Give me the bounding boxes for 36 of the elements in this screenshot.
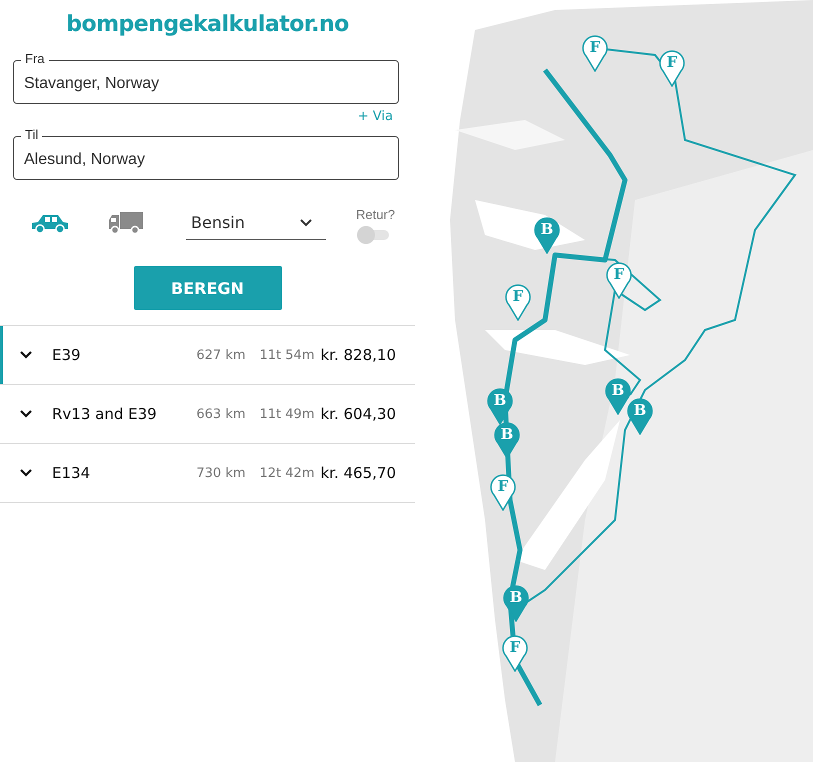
route-duration: 11t 49m	[260, 406, 314, 422]
chevron-down-icon	[300, 218, 312, 226]
route-duration: 11t 54m	[260, 348, 314, 362]
chevron-down-icon[interactable]	[20, 351, 32, 359]
map-pin[interactable]: B	[487, 387, 513, 425]
map-pin[interactable]: B	[605, 377, 631, 415]
map-pin[interactable]: B	[627, 397, 653, 435]
truck-icon[interactable]	[108, 211, 144, 235]
map-pin[interactable]: F	[502, 634, 528, 672]
map-pin[interactable]: F	[505, 283, 531, 321]
route-row[interactable]: E39 627 km 11t 54m kr. 828,10	[0, 326, 415, 385]
route-distance: 663 km	[196, 406, 246, 422]
fuel-select[interactable]: Bensin	[186, 206, 326, 240]
route-name: Rv13 and E39	[52, 405, 158, 423]
map-pin[interactable]: F	[659, 49, 685, 87]
route-duration: 12t 42m	[260, 466, 314, 480]
map-pin[interactable]: B	[503, 584, 529, 622]
route-distance: 730 km	[196, 466, 246, 480]
route-price: kr. 465,70	[320, 464, 396, 482]
map-pin[interactable]: F	[582, 34, 608, 72]
map-pin[interactable]: F	[490, 473, 516, 511]
route-name: E134	[52, 464, 92, 482]
route-distance: 627 km	[196, 348, 246, 362]
logo: bompengekalkulator.no	[66, 12, 349, 37]
calculate-button[interactable]: BEREGN	[134, 266, 282, 310]
route-price: kr. 828,10	[320, 346, 396, 364]
map-pin[interactable]: F	[606, 261, 632, 299]
chevron-down-icon[interactable]	[20, 410, 32, 418]
car-icon[interactable]	[30, 212, 70, 234]
via-link[interactable]: + Via	[358, 109, 393, 125]
route-price: kr. 604,30	[320, 405, 396, 423]
chevron-down-icon[interactable]	[20, 469, 32, 477]
return-label: Retur?	[356, 206, 395, 222]
map-pin[interactable]: B	[534, 216, 560, 254]
route-name: E39	[52, 346, 82, 364]
map-pin[interactable]: B	[494, 421, 520, 459]
